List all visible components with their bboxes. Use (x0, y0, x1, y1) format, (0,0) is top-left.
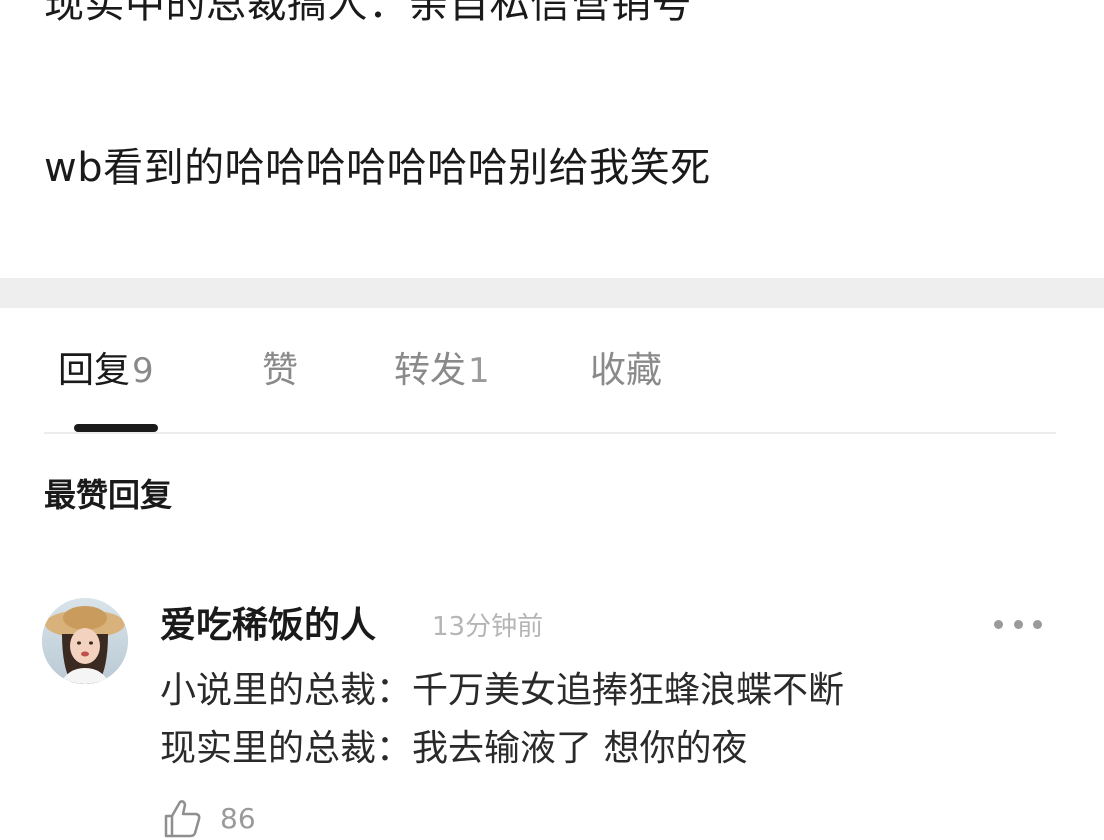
tab-favorites[interactable]: 收藏 (590, 348, 664, 394)
comment-timestamp: 13分钟前 (432, 612, 544, 642)
tab-label: 赞 (262, 350, 299, 391)
tab-count: 1 (468, 351, 490, 391)
comment-text-line: 小说里的总裁：千万美女追捧狂蜂浪蝶不断 (160, 670, 845, 711)
user-avatar[interactable] (42, 598, 128, 684)
active-tab-indicator (74, 424, 158, 432)
avatar-image (42, 598, 128, 684)
tab-likes[interactable]: 赞 (262, 348, 300, 394)
more-dots-icon[interactable] (994, 610, 1042, 638)
tab-label: 收藏 (590, 350, 663, 391)
dot (1013, 619, 1023, 629)
section-title-top-replies: 最赞回复 (44, 476, 173, 514)
tab-reposts[interactable]: 转发1 (394, 348, 490, 394)
comment-text-line: 现实里的总裁：我去输液了 想你的夜 (160, 728, 748, 769)
post-text-line: wb看到的哈哈哈哈哈哈哈别给我笑死 (44, 145, 711, 191)
post-text-line: 现实中的总裁搞人：亲自私信营销号 (44, 0, 692, 27)
tab-label: 转发 (394, 350, 467, 391)
thumbs-up-icon (164, 800, 201, 838)
dot (994, 619, 1003, 629)
like-button[interactable]: 86 (160, 798, 256, 838)
like-count: 86 (220, 801, 256, 835)
tabs-divider (44, 432, 1056, 434)
tab-count: 9 (132, 351, 154, 391)
interaction-tabs: 回复9 赞 转发1 收藏 (0, 308, 1104, 432)
section-separator (0, 278, 1104, 308)
comment-username[interactable]: 爱吃稀饭的人 (160, 604, 376, 648)
tab-label: 回复 (58, 350, 131, 391)
tab-replies[interactable]: 回复9 (58, 348, 154, 394)
post-body: 现实中的总裁搞人：亲自私信营销号 wb看到的哈哈哈哈哈哈哈别给我笑死 (0, 0, 1104, 278)
dot (1033, 619, 1042, 629)
